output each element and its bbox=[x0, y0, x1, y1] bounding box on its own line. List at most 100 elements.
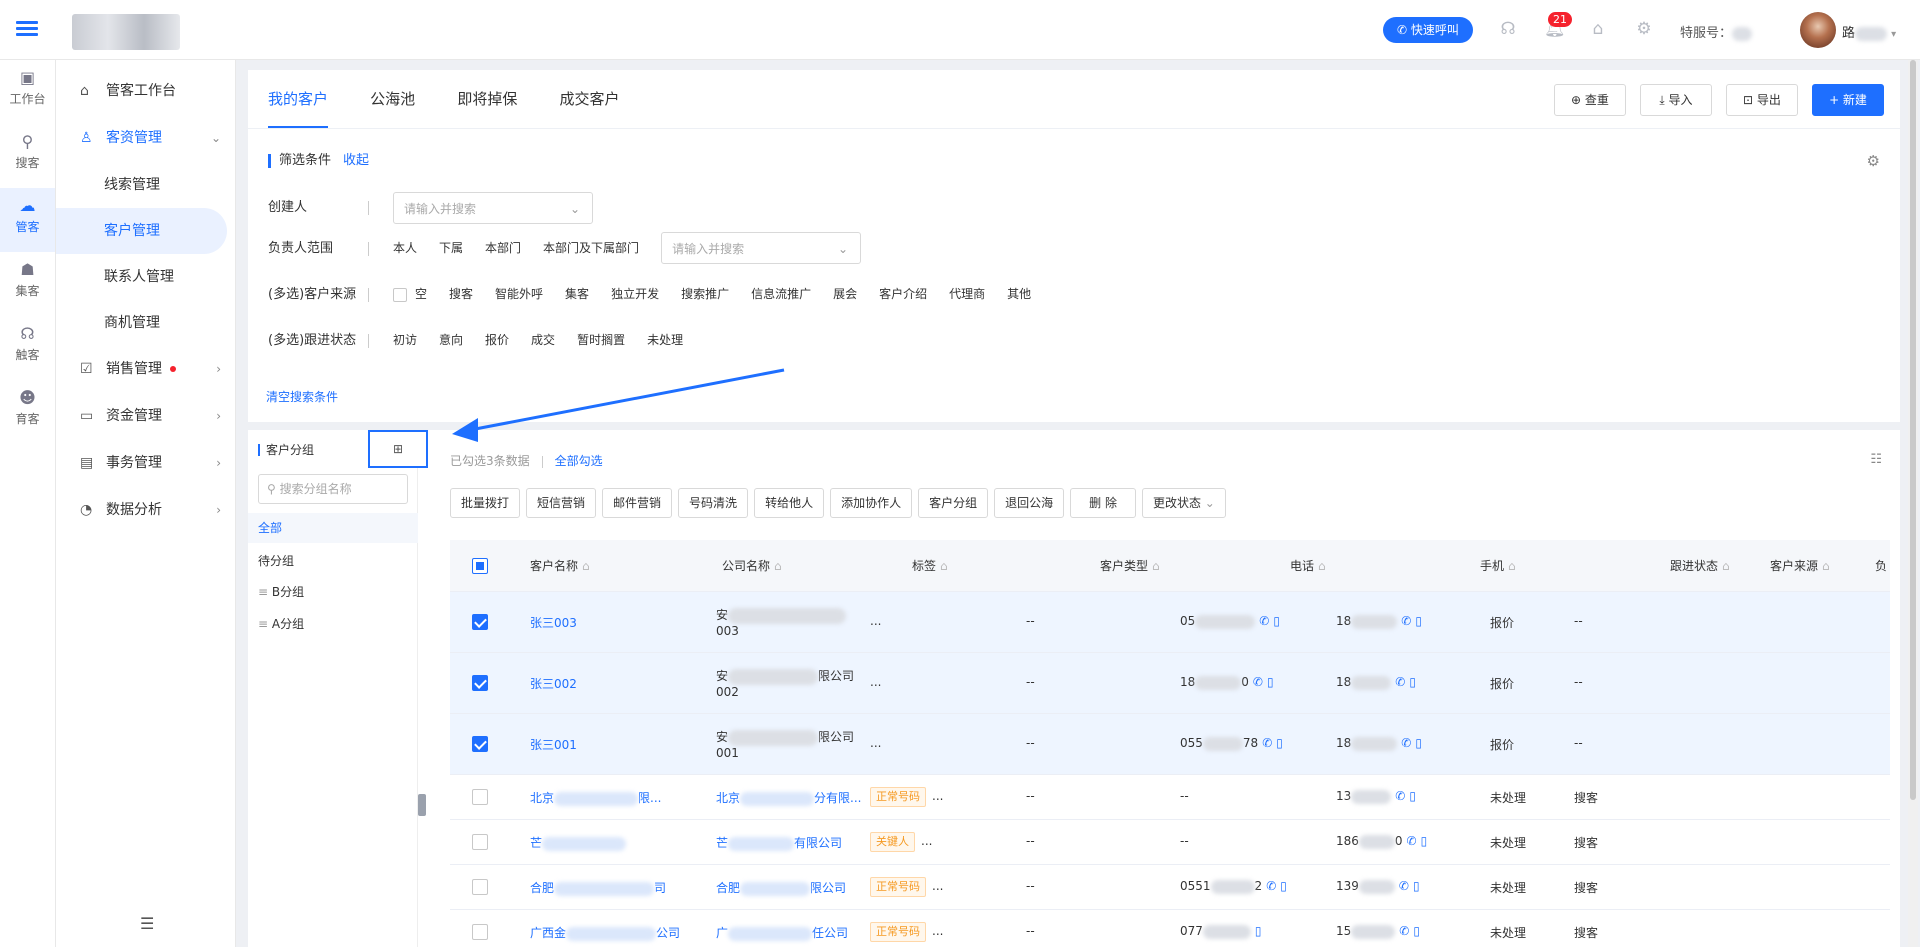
col-tag[interactable]: 标签 ⌂ bbox=[912, 540, 948, 592]
mobile-call-icon[interactable]: ▯ bbox=[1413, 924, 1420, 938]
collapse-sidebar-icon[interactable]: ☰ bbox=[140, 914, 154, 933]
tag-more[interactable]: ... bbox=[932, 879, 943, 893]
table-row[interactable]: 北京 限... 北京 分有限... 正常号码... -- -- 13 ✆ ▯ 未处理 搜… bbox=[450, 775, 1890, 820]
source-option[interactable]: 其他 bbox=[1007, 278, 1031, 310]
email-button[interactable]: 邮件营销 bbox=[602, 488, 673, 518]
change-status-button[interactable]: 更改状态 ⌄ bbox=[1141, 488, 1226, 518]
source-option[interactable]: 集客 bbox=[565, 278, 589, 310]
gear-icon[interactable]: ⚙ bbox=[1867, 152, 1880, 170]
company-link[interactable]: 芒 有限公司 bbox=[716, 834, 842, 851]
phone-icon[interactable]: ✆ bbox=[1395, 789, 1405, 803]
mobile-call-icon[interactable]: ▯ bbox=[1273, 614, 1280, 628]
group-item-ungrouped[interactable]: 待分组 bbox=[258, 552, 294, 569]
rail-item-workbench[interactable]: ▣ 工作台 bbox=[0, 60, 55, 124]
sidebar-item-analytics[interactable]: ◔ 数据分析 › bbox=[56, 487, 235, 534]
mobile-call-icon[interactable]: ▯ bbox=[1409, 789, 1416, 803]
row-checkbox[interactable] bbox=[472, 879, 488, 895]
tab-my-customers[interactable]: 我的客户 bbox=[268, 70, 329, 128]
status-option[interactable]: 意向 bbox=[439, 324, 463, 356]
rail-item-reach[interactable]: ☊ 触客 bbox=[0, 316, 55, 380]
headset-icon[interactable]: ☊ bbox=[1498, 19, 1518, 39]
table-row[interactable]: 张三001 安限公司 001 ... -- 055 78 ✆ ▯ 18 ✆ ▯ 报价 -- bbox=[450, 714, 1890, 775]
tag-more[interactable]: ... bbox=[932, 924, 943, 938]
clear-search-link[interactable]: 清空搜索条件 bbox=[266, 388, 338, 405]
owner-option[interactable]: 本部门 bbox=[485, 232, 521, 264]
creator-select[interactable]: 请输入并搜索 ⌄ bbox=[393, 192, 593, 224]
col-type[interactable]: 客户类型 ⌂ bbox=[1100, 540, 1160, 592]
new-button[interactable]: + 新建 bbox=[1812, 84, 1884, 116]
phone-icon[interactable]: ✆ bbox=[1395, 675, 1405, 689]
group-item-a[interactable]: ≡ A分组 bbox=[258, 615, 304, 632]
drag-handle-icon[interactable]: ≡ bbox=[258, 617, 268, 631]
sidebar-item-customer-resources[interactable]: ♙ 客资管理 ⌄ bbox=[56, 115, 235, 162]
row-checkbox[interactable] bbox=[472, 834, 488, 850]
status-option[interactable]: 暂时搁置 bbox=[577, 324, 625, 356]
row-checkbox[interactable] bbox=[472, 789, 488, 805]
col-mobile[interactable]: 手机 ⌂ bbox=[1480, 540, 1516, 592]
transfer-button[interactable]: 转给他人 bbox=[754, 488, 825, 518]
add-group-icon[interactable]: ⊞ bbox=[368, 430, 428, 468]
source-option[interactable]: 代理商 bbox=[949, 278, 985, 310]
customer-name-link[interactable]: 张三002 bbox=[530, 675, 577, 692]
tag-more[interactable]: ... bbox=[921, 834, 932, 848]
drag-handle-icon[interactable]: ≡ bbox=[258, 585, 268, 599]
home-icon[interactable]: ⌂ bbox=[1588, 19, 1608, 39]
phone-icon[interactable]: ✆ bbox=[1399, 879, 1409, 893]
panel-collapse-handle[interactable] bbox=[418, 794, 426, 816]
mobile-call-icon[interactable]: ▯ bbox=[1276, 736, 1283, 750]
phone-icon[interactable]: ✆ bbox=[1401, 736, 1411, 750]
status-option[interactable]: 初访 bbox=[393, 324, 417, 356]
number-clean-button[interactable]: 号码清洗 bbox=[678, 488, 749, 518]
table-row[interactable]: 张三003 安 003 ... -- 05 ✆ ▯ 18 ✆ ▯ 报价 -- bbox=[450, 592, 1890, 653]
sidebar-item-opportunities[interactable]: 商机管理 bbox=[56, 300, 235, 346]
company-link[interactable]: 广 任公司 bbox=[716, 924, 848, 941]
customer-name-link[interactable]: 北京 限... bbox=[530, 789, 661, 806]
customer-name-link[interactable]: 芒 bbox=[530, 834, 627, 851]
source-option[interactable]: 搜索推广 bbox=[681, 278, 729, 310]
table-row[interactable]: 合肥司 合肥 限公司 正常号码... -- 0551 2 ✆ ▯ 139 ✆ ▯ 未处理 搜… bbox=[450, 865, 1890, 910]
rail-item-manage[interactable]: ☁ 管客 bbox=[0, 188, 55, 252]
source-empty-checkbox[interactable] bbox=[393, 287, 407, 302]
tag-more[interactable]: ... bbox=[932, 789, 943, 803]
row-checkbox[interactable] bbox=[472, 736, 488, 752]
sms-button[interactable]: 短信营销 bbox=[526, 488, 597, 518]
company-link[interactable]: 北京 分有限... bbox=[716, 789, 861, 806]
sidebar-item-workbench[interactable]: ⌂ 管客工作台 bbox=[56, 68, 235, 115]
delete-button[interactable]: 删 除 bbox=[1070, 488, 1136, 518]
tab-expiring[interactable]: 即将掉保 bbox=[457, 70, 517, 128]
customer-name-link[interactable]: 张三001 bbox=[530, 736, 577, 753]
settings-icon[interactable]: ⚙ bbox=[1634, 19, 1654, 39]
menu-icon[interactable] bbox=[16, 18, 38, 40]
export-button[interactable]: ⊡ 导出 bbox=[1726, 84, 1798, 116]
import-button[interactable]: ⤓ 导入 bbox=[1640, 84, 1712, 116]
owner-option[interactable]: 下属 bbox=[439, 232, 463, 264]
rail-item-search[interactable]: ⚲ 搜客 bbox=[0, 124, 55, 188]
phone-icon[interactable]: ✆ bbox=[1262, 736, 1272, 750]
mobile-call-icon[interactable]: ▯ bbox=[1415, 614, 1422, 628]
filter-collapse-link[interactable]: 收起 bbox=[343, 154, 369, 168]
phone-icon[interactable]: ✆ bbox=[1253, 675, 1263, 689]
source-option[interactable]: 独立开发 bbox=[611, 278, 659, 310]
table-row[interactable]: 芒 芒 有限公司 关键人... -- -- 186 0 ✆ ▯ 未处理 搜客 bbox=[450, 820, 1890, 865]
table-row[interactable]: 广西金 公司 广 任公司 正常号码... -- 077 ▯ 15 ✆ ▯ 未处理 搜客 bbox=[450, 910, 1890, 947]
sidebar-item-contacts[interactable]: 联系人管理 bbox=[56, 254, 235, 300]
mobile-call-icon[interactable]: ▯ bbox=[1255, 924, 1262, 938]
sidebar-item-sales[interactable]: ☑ 销售管理 › bbox=[56, 346, 235, 393]
mobile-call-icon[interactable]: ▯ bbox=[1280, 879, 1287, 893]
mobile-call-icon[interactable]: ▯ bbox=[1267, 675, 1274, 689]
sidebar-item-customers[interactable]: 客户管理 bbox=[56, 208, 227, 254]
phone-icon[interactable]: ✆ bbox=[1399, 924, 1409, 938]
col-company[interactable]: 公司名称 ⌂ bbox=[722, 540, 782, 592]
group-search-input[interactable]: ⚲ 搜索分组名称 bbox=[258, 474, 408, 504]
customer-name-link[interactable]: 广西金 公司 bbox=[530, 924, 680, 941]
source-option[interactable]: 搜客 bbox=[449, 278, 473, 310]
col-source[interactable]: 客户来源 ⌂ bbox=[1770, 540, 1830, 592]
column-settings-icon[interactable]: ☷ bbox=[1870, 452, 1882, 467]
tab-closed-customers[interactable]: 成交客户 bbox=[559, 70, 619, 128]
customer-name-link[interactable]: 张三003 bbox=[530, 614, 577, 631]
source-option[interactable]: 信息流推广 bbox=[751, 278, 811, 310]
col-tel[interactable]: 电话 ⌂ bbox=[1290, 540, 1326, 592]
source-option[interactable]: 客户介绍 bbox=[879, 278, 927, 310]
group-item-b[interactable]: ≡ B分组 bbox=[258, 583, 304, 600]
customer-name-link[interactable]: 合肥 司 bbox=[530, 879, 666, 896]
